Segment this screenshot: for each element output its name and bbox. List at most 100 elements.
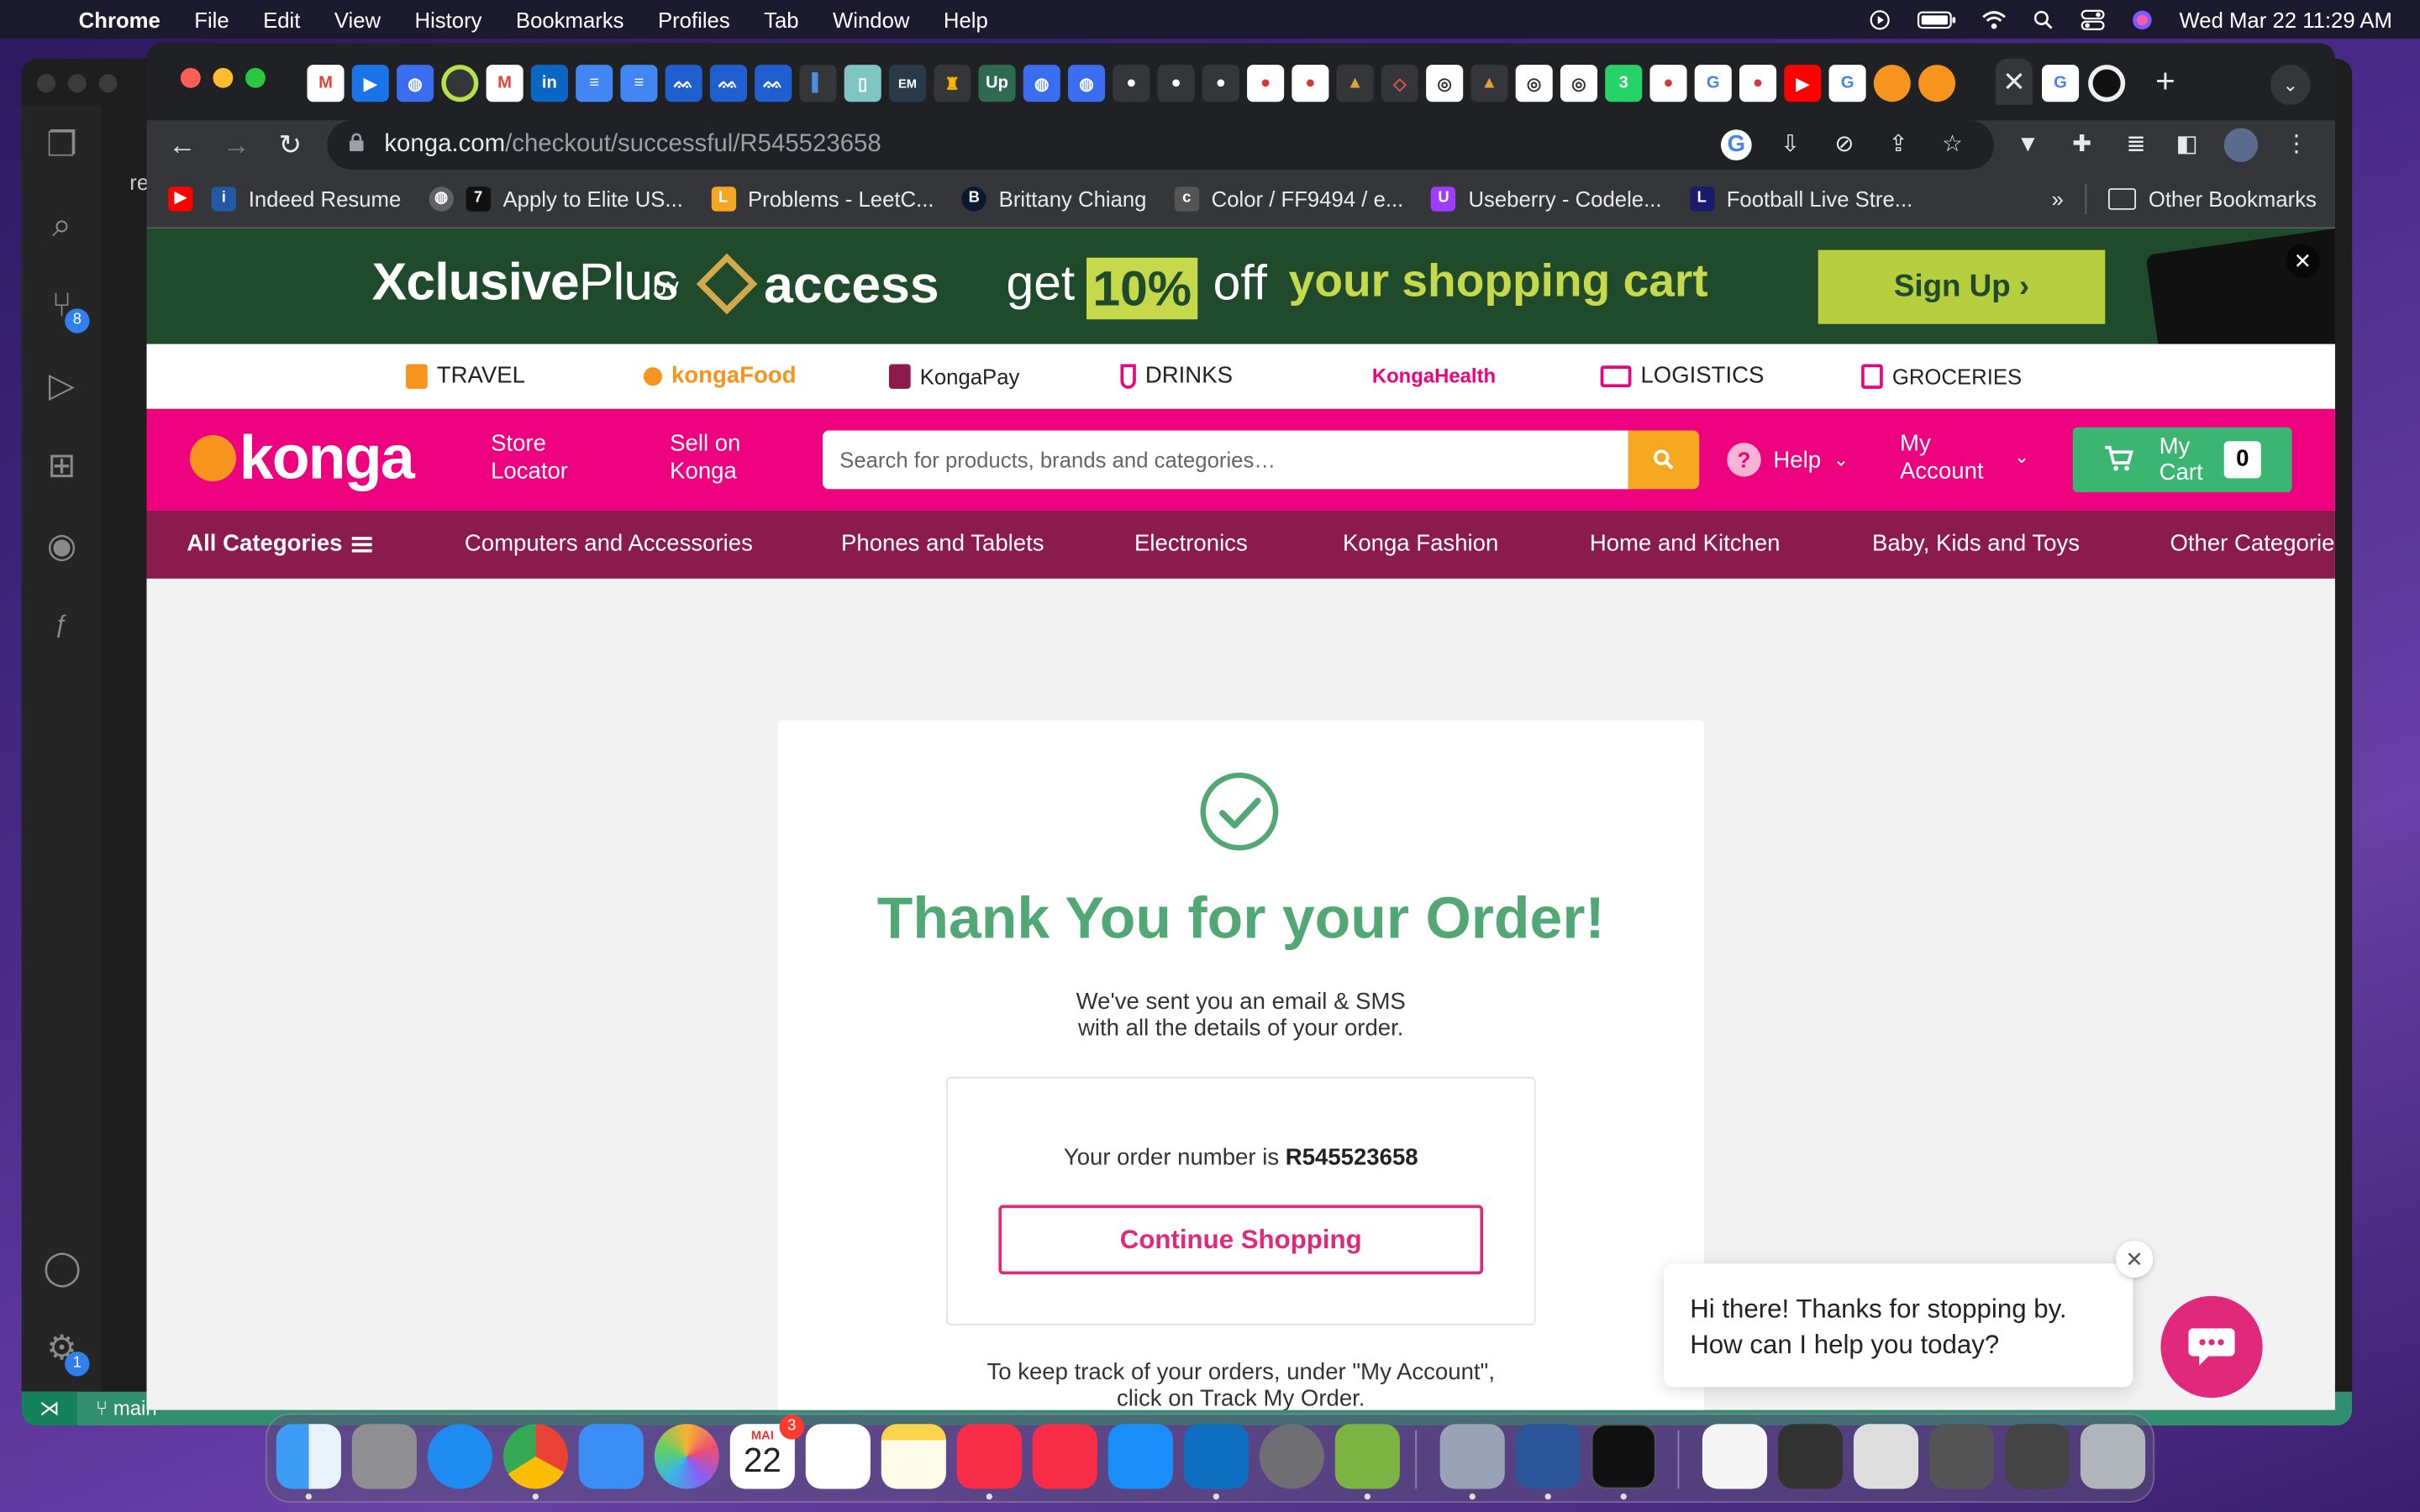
music-icon[interactable]: [956, 1424, 1022, 1489]
vuejs-extension-icon[interactable]: ▼: [2011, 128, 2044, 161]
menu-view[interactable]: View: [318, 7, 398, 31]
tab-github-icon[interactable]: ●: [1202, 65, 1239, 102]
service-drinks[interactable]: DRINKS: [1120, 344, 1233, 409]
photos-icon[interactable]: [654, 1424, 719, 1489]
category-other[interactable]: Other Categories: [2170, 511, 2335, 579]
menu-edit[interactable]: Edit: [246, 7, 318, 31]
extensions-icon[interactable]: ⊞: [43, 447, 80, 485]
script-icon[interactable]: ƒ: [43, 608, 80, 645]
reminders-icon[interactable]: [805, 1424, 871, 1489]
news-icon[interactable]: [1032, 1424, 1097, 1489]
menu-profiles[interactable]: Profiles: [641, 7, 747, 31]
tab-pin-icon[interactable]: ●: [1292, 65, 1329, 102]
category-computers[interactable]: Computers and Accessories: [465, 511, 753, 579]
tab-google-icon[interactable]: G: [2041, 65, 2080, 102]
eye-slash-icon[interactable]: ⊘: [1829, 129, 1860, 160]
bookmark-item[interactable]: L Football Live Stre...: [1689, 186, 1912, 211]
tab-bird-icon[interactable]: ᨐ: [709, 65, 747, 102]
mail-icon[interactable]: [578, 1424, 644, 1489]
forward-arrow-icon[interactable]: →: [218, 127, 255, 164]
tab-docs-icon[interactable]: ≡: [620, 65, 658, 102]
tab-em-icon[interactable]: EM: [888, 65, 927, 102]
vscode-traffic-lights[interactable]: [37, 74, 118, 93]
search-icon[interactable]: ⌕: [43, 206, 80, 244]
notes-icon[interactable]: [881, 1424, 946, 1489]
control-center-icon[interactable]: [2081, 8, 2105, 30]
tab-pin-icon[interactable]: ●: [1739, 65, 1777, 102]
maximize-window-button[interactable]: [245, 67, 266, 88]
tab-google-icon[interactable]: G: [1694, 65, 1732, 102]
tab-circle-icon[interactable]: ◎: [1560, 65, 1598, 102]
bookmark-globe-icon[interactable]: ◍: [429, 186, 454, 211]
minimize-window-button[interactable]: [213, 67, 234, 88]
menubar-datetime[interactable]: Wed Mar 22 11:29 AM: [2179, 7, 2391, 31]
konga-logo[interactable]: konga: [189, 423, 415, 492]
chrome-icon[interactable]: [502, 1424, 568, 1489]
tab-bird-icon[interactable]: ᨐ: [755, 65, 792, 102]
side-panel-icon[interactable]: ◧: [2170, 128, 2203, 161]
bookmark-item[interactable]: c Color / FF9494 / e...: [1174, 186, 1403, 211]
bookmark-item[interactable]: B Brittany Chiang: [961, 186, 1146, 211]
tab-gmail-icon[interactable]: M: [307, 65, 345, 102]
launchpad-icon[interactable]: [351, 1424, 417, 1489]
category-baby-kids[interactable]: Baby, Kids and Toys: [1872, 511, 2080, 579]
reload-icon[interactable]: ↻: [271, 127, 308, 164]
menu-help[interactable]: Help: [927, 7, 1005, 31]
remote-icon[interactable]: ⋊: [21, 1391, 77, 1426]
promo-banner[interactable]: XclusivePlus by access get 10% off your …: [146, 228, 2335, 344]
bookmark-star-icon[interactable]: ☆: [1937, 129, 1968, 160]
search-input[interactable]: [822, 430, 1628, 490]
promo-signup-button[interactable]: Sign Up ›: [1818, 249, 2106, 324]
window-thumbnail-icon[interactable]: [2004, 1424, 2070, 1489]
tab-book-icon[interactable]: ▯: [844, 65, 881, 102]
tab-circle-icon[interactable]: ◎: [1426, 65, 1464, 102]
bookmark-item[interactable]: i Indeed Resume: [211, 186, 401, 211]
bookmark-item[interactable]: U Useberry - Codele...: [1431, 186, 1662, 211]
window-thumbnail-icon[interactable]: [1928, 1424, 1995, 1489]
system-preferences-icon[interactable]: [1259, 1424, 1324, 1489]
play-circle-icon[interactable]: [1867, 8, 1891, 30]
tab-video-icon[interactable]: ▶: [351, 65, 389, 102]
tab-fingerprint-icon[interactable]: ◍: [1068, 65, 1106, 102]
lock-icon[interactable]: [349, 133, 364, 151]
share-icon[interactable]: ⇪: [1883, 129, 1914, 160]
account-icon[interactable]: ◯: [43, 1249, 81, 1287]
tab-fingerprint-icon[interactable]: ◍: [1023, 65, 1060, 102]
trash-icon[interactable]: [2080, 1424, 2146, 1489]
tab-laravel-icon[interactable]: ◇: [1381, 65, 1418, 102]
continue-shopping-button[interactable]: Continue Shopping: [998, 1205, 1484, 1275]
bookmark-item[interactable]: 7 Apply to Elite US...: [466, 186, 683, 211]
tab-google-icon[interactable]: G: [1828, 65, 1866, 102]
menu-file[interactable]: File: [177, 7, 246, 31]
tab-threads-icon[interactable]: [2088, 65, 2126, 102]
tab-docs-icon[interactable]: ≡: [576, 65, 613, 102]
chat-greeting-bubble[interactable]: Hi there! Thanks for stopping by. How can…: [1663, 1263, 2133, 1388]
service-groceries[interactable]: GROCERIES: [1861, 344, 2022, 409]
help-dropdown[interactable]: ? Help ⌄: [1727, 443, 1849, 477]
word-icon[interactable]: [1515, 1424, 1581, 1489]
dictionary-icon[interactable]: [1334, 1424, 1400, 1489]
media-controls-icon[interactable]: ≣: [2119, 128, 2153, 161]
tab-fingerprint-icon[interactable]: ◍: [397, 65, 434, 102]
all-categories-menu[interactable]: All Categories: [187, 511, 372, 579]
vscode-icon[interactable]: [1183, 1424, 1249, 1489]
bookmark-item[interactable]: L Problems - LeetC...: [710, 186, 934, 211]
service-kongahealth[interactable]: KongaHealth: [1372, 344, 1496, 409]
github-icon[interactable]: ◉: [43, 527, 80, 564]
siri-icon[interactable]: [2130, 8, 2154, 30]
service-travel[interactable]: TRAVEL: [406, 344, 525, 409]
tab-pin-icon[interactable]: ●: [1649, 65, 1687, 102]
tab-triangle-icon[interactable]: ▲: [1470, 65, 1508, 102]
run-debug-icon[interactable]: ▷: [43, 366, 80, 404]
search-button[interactable]: [1628, 430, 1700, 490]
tab-bird-icon[interactable]: ᨐ: [665, 65, 702, 102]
chevron-down-icon[interactable]: ⌄: [2014, 446, 2029, 468]
profile-avatar[interactable]: [2223, 128, 2259, 162]
tab-github-icon[interactable]: ●: [1113, 65, 1150, 102]
category-phones[interactable]: Phones and Tablets: [841, 511, 1044, 579]
tab-ring-icon[interactable]: [441, 65, 479, 102]
safari-icon[interactable]: [427, 1424, 492, 1489]
explorer-icon[interactable]: ❐: [43, 126, 80, 164]
spotlight-search-icon[interactable]: [2031, 8, 2055, 30]
chat-launcher-button[interactable]: [2160, 1295, 2263, 1399]
